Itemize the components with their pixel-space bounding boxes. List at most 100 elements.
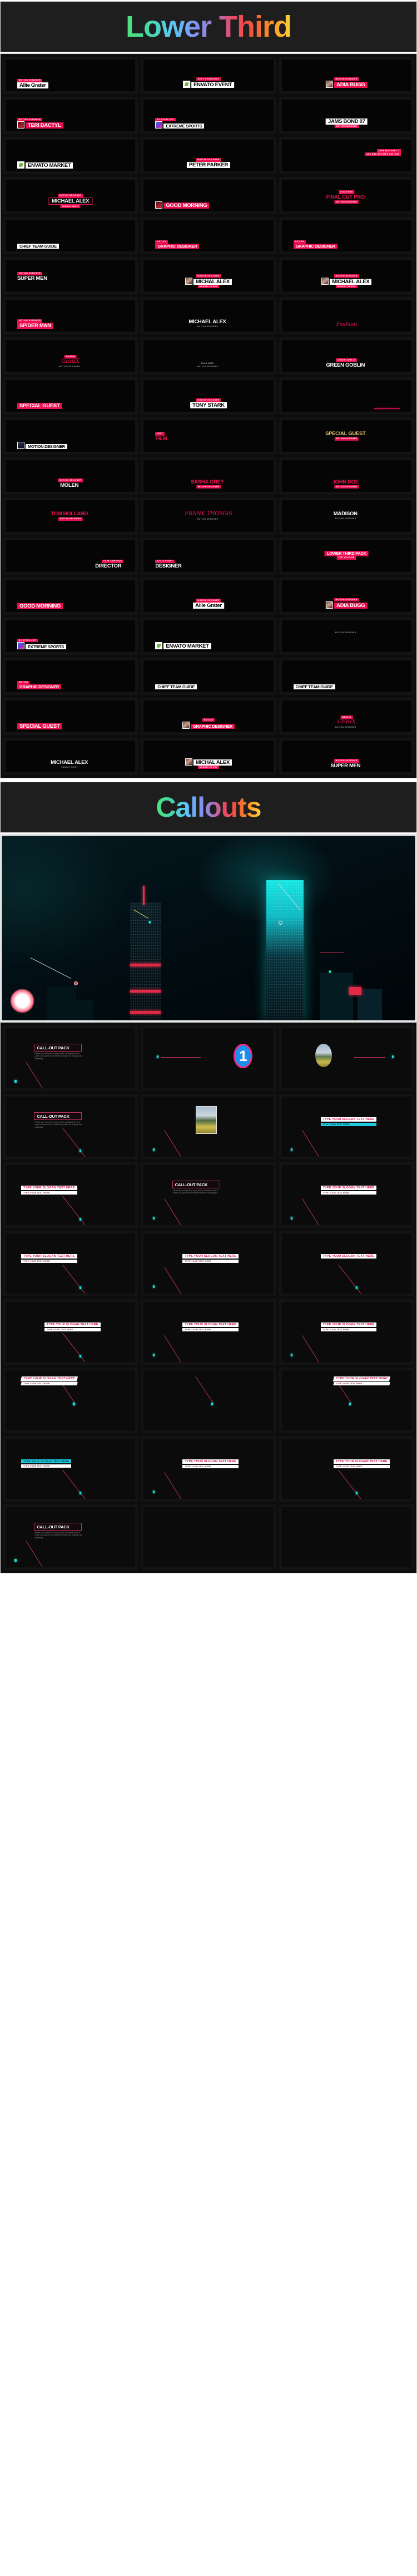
preview-screen: MOTION DESIGNER PETER PARKER: [143, 140, 274, 171]
lower-third-tile[interactable]: JHON WICK MOTION DESIGNER: [141, 337, 276, 374]
lower-third-subtitle: MOTION DESIGNER: [335, 517, 356, 520]
callout-tile[interactable]: TYPE YOUR SLOGAN TEXT HERE TYPE YOUR TEXT…: [3, 1299, 138, 1365]
callout-tile[interactable]: [279, 1504, 414, 1570]
lower-third-tile[interactable]: MOTION DESIGNER: [3, 417, 138, 455]
lower-third-graphic: MOTION DESIGNER ADIA BUGG: [326, 598, 368, 609]
callout-tile[interactable]: CALL-OUT PACK Perfect use of any sort of …: [3, 1094, 138, 1159]
lower-third-tile[interactable]: MOTION DESIGNER ADIA BUGG: [279, 57, 414, 94]
lower-third-tile[interactable]: MOTION DESIGNER Allie Grater: [3, 57, 138, 94]
lower-third-tile[interactable]: ENVATO MARKET: [3, 137, 138, 174]
lower-third-graphic: MOTION DESIGNER SPIDER MAN: [17, 319, 53, 329]
lower-third-graphic: ENVATO MARKET: [155, 642, 211, 650]
preview-screen: TYPE YOUR SLOGAN TEXT HERE: [281, 1233, 411, 1294]
lower-third-tile[interactable]: MOTION DESIGNER: [279, 618, 414, 655]
lower-third-tile[interactable]: GOOD MORNING: [3, 578, 138, 615]
callout-anchor-dot: [79, 1218, 82, 1221]
lower-third-tile[interactable]: MOTION DESIGNER PETER PARKER: [141, 137, 276, 174]
lower-third-tile[interactable]: MOTION DESIGNER Allie Grater: [141, 578, 276, 615]
lower-third-tile[interactable]: MOTION DESIGNER SUPER MEN: [3, 257, 138, 294]
lower-third-tile[interactable]: LOWER THIRD PACK FOR YOUTUBE: [279, 537, 414, 575]
callout-tile[interactable]: [141, 1504, 276, 1570]
lower-third-tile[interactable]: BEST WEDNESDAY ENVATO EVENT: [141, 57, 276, 94]
lower-third-tile[interactable]: SPECIAL GUEST MOTION DESIGNER: [279, 417, 414, 455]
callout-tile[interactable]: TYPE YOUR SLOGAN TEXT HERE TYPE YOUR TEXT…: [279, 1299, 414, 1365]
callout-tile[interactable]: CALL-OUT PACK Perfect use of any sort of …: [3, 1025, 138, 1091]
lower-third-tile[interactable]: NEXT FILM: [141, 417, 276, 455]
lower-third-tile[interactable]: [279, 377, 414, 414]
lower-third-tile[interactable]: MICHAEL ALEX SUNDAY NIGHT: [3, 738, 138, 775]
callout-slogan: TYPE YOUR SLOGAN TEXT HERE: [20, 1376, 78, 1381]
lower-third-tile[interactable]: ENVATO MARKET: [141, 618, 276, 655]
callout-oval-photo: [315, 1044, 332, 1068]
lower-third-tile[interactable]: FRANK THOMAS MOTION DESIGNER: [141, 497, 276, 535]
lower-third-tile[interactable]: MOTION GRAPHIC DESIGNER: [141, 698, 276, 735]
lower-third-tile[interactable]: MOTION DESIGNER SPIDER MAN: [3, 297, 138, 334]
lower-third-name-row: SPECIAL GUEST: [325, 431, 368, 437]
callout-tile[interactable]: TYPE YOUR SLOGAN TEXT HERE TYPE YOUR TEXT…: [279, 1368, 414, 1433]
lower-third-tile[interactable]: MOTION DESIGNER TONY STARK: [141, 377, 276, 414]
callout-tile[interactable]: TYPE YOUR SLOGAN TEXT HERE TYPE YOUR TEXT…: [279, 1162, 414, 1228]
preview-screen: MOTION DESIGNER MICHAEL ALEX MONDAY 28 NOV: [281, 260, 411, 292]
callout-tile[interactable]: TYPE YOUR SLOGAN TEXT HERE TYPE YOUR TEXT…: [279, 1436, 414, 1502]
lower-third-name: JAMS BOND 07: [326, 118, 368, 125]
lower-third-tile[interactable]: MOTION DESIGNER MICHAEL ALEX MONDAY 28 NOV: [279, 257, 414, 294]
lower-third-tile[interactable]: MARTIN GERIX MOTION DESIGNER: [3, 337, 138, 374]
lower-third-tile[interactable]: DAVE CAMERON DIRECTOR: [3, 537, 138, 575]
lower-third-tile[interactable]: KATTY PERRY DESIGNER: [141, 537, 276, 575]
lower-third-tile[interactable]: GOOD FOR FINAL CUT PRO MOTION DESIGNER: [279, 177, 414, 214]
callout-slogan: TYPE YOUR SLOGAN TEXT HERE: [182, 1254, 239, 1259]
lower-third-tile[interactable]: JAMS BOND 07 MOTION DESIGNER: [279, 97, 414, 134]
callout-tile[interactable]: TYPE YOUR SLOGAN TEXT HERE TYPE YOUR TEXT…: [3, 1436, 138, 1502]
lower-third-tile[interactable]: MOTION DESIGNER MICHAL ALEX MONDAY 28 NOV: [141, 257, 276, 294]
lower-third-tile[interactable]: MOTION GRAPHIC DESIGNER: [3, 658, 138, 695]
lower-third-tile[interactable]: JOHN DOE MOTION DESIGNER: [279, 457, 414, 495]
lower-third-tile[interactable]: IRON MAN PART 4 AND WAR ARCHERS AND GOD: [279, 137, 414, 174]
lower-third-graphic: GOOD MORNING: [17, 603, 63, 610]
preview-screen: GOOD FOR FINAL CUT PRO MOTION DESIGNER: [281, 180, 411, 211]
lower-third-tile[interactable]: MADISON MOTION DESIGNER: [279, 497, 414, 535]
lower-third-tile[interactable]: GOOD MORNING: [141, 177, 276, 214]
callout-tile[interactable]: TYPE YOUR SLOGAN TEXT HERE: [279, 1231, 414, 1296]
callout-tile[interactable]: TYPE YOUR SLOGAN TEXT HERE TYPE YOUR TEXT…: [141, 1299, 276, 1365]
lower-third-thumbnail-icon: [17, 642, 24, 650]
callout-tile[interactable]: [141, 1094, 276, 1159]
callout-tile[interactable]: TYPE YOUR SLOGAN TEXT HERE TYPE YOUR TEXT…: [141, 1436, 276, 1502]
lower-third-tile[interactable]: MICHAEL ALEX MOTION DESIGNER: [141, 297, 276, 334]
lower-third-subtitle: AND WAR ARCHERS AND GOD: [365, 152, 401, 156]
callout-tile[interactable]: TYPE YOUR SLOGAN TEXT HERE TYPE YOUR TEXT…: [3, 1368, 138, 1433]
lower-third-tile[interactable]: SPECIAL GUEST: [3, 698, 138, 735]
lower-third-tile[interactable]: CHIEF TEAM GUIDE: [3, 217, 138, 254]
lower-third-tile[interactable]: MOTION DESIGNER SUPER MEN: [279, 738, 414, 775]
lower-third-tile[interactable]: MICHAL ALEX MONDAY 28 NOV: [141, 738, 276, 775]
callout-tile[interactable]: TYPE YOUR SLOGAN TEXT HERE TYPE YOUR TEXT…: [3, 1231, 138, 1296]
lower-third-subtitle: MONDAY 28 NOV: [197, 766, 220, 769]
callout-tile[interactable]: TYPE YOUR SLOGAN TEXT HERE TYPE YOUR TEXT…: [3, 1162, 138, 1228]
lower-third-tile[interactable]: MOTION GRAPHIC DESIGNER: [279, 217, 414, 254]
callout-card: TYPE YOUR SLOGAN TEXT HERE TYPE YOUR TEXT…: [182, 1459, 239, 1469]
callout-tile[interactable]: CALL-OUT PACK Perfect use of any sort of …: [3, 1504, 138, 1570]
preview-screen: MOTION GRAPHIC DESIGNER: [281, 220, 411, 251]
lower-third-tile[interactable]: GREEN GOBLIN GREEN GOBLIN: [279, 337, 414, 374]
callout-tile[interactable]: [141, 1368, 276, 1433]
callout-body-text: Perfect use of any sort of copy, select …: [34, 1121, 82, 1128]
lower-third-tile[interactable]: MOTION DESIGNER MOLEN: [3, 457, 138, 495]
callout-tile[interactable]: TYPE YOUR SLOGAN TEXT HERE TYPE YOUR TEXT…: [279, 1094, 414, 1159]
lower-third-tile[interactable]: BY STORY ART EXTREME SPORTS: [141, 97, 276, 134]
lower-third-tile[interactable]: MOTION DESIGNER TERI DACTYL: [3, 97, 138, 134]
callout-tile[interactable]: TYPE YOUR SLOGAN TEXT HERE TYPE YOUR TEXT…: [141, 1231, 276, 1296]
lower-third-tile[interactable]: SASHA GREY MOTION DESIGNER: [141, 457, 276, 495]
callout-tile[interactable]: 1: [141, 1025, 276, 1091]
lower-third-tile[interactable]: BY STORY ART EXTREME SPORTS: [3, 618, 138, 655]
callout-tile[interactable]: [279, 1025, 414, 1091]
lower-third-tile[interactable]: MOTION DESIGNER MICHAEL ALEX SUNDAY NIGHT: [3, 177, 138, 214]
lower-third-tile[interactable]: Fashion: [279, 297, 414, 334]
lower-third-tile[interactable]: CHIEF TEAM GUIDE: [279, 658, 414, 695]
lower-third-tile[interactable]: MARTIN GERIX MOTION DESIGNER: [279, 698, 414, 735]
lower-third-tile[interactable]: CHIEF TEAM GUIDE: [141, 658, 276, 695]
lower-third-tile[interactable]: TOM HOLLAND MOTION DESIGNER: [3, 497, 138, 535]
lower-third-tile[interactable]: SPECIAL GUEST: [3, 377, 138, 414]
lower-third-tile[interactable]: MOTION GRAPHIC DESIGNER: [141, 217, 276, 254]
callout-tile[interactable]: CALL-OUT PACK Perfect use of any sort of …: [141, 1162, 276, 1228]
lower-third-graphic: JAMS BOND 07 MOTION DESIGNER: [326, 118, 368, 129]
lower-third-tile[interactable]: MOTION DESIGNER ADIA BUGG: [279, 578, 414, 615]
